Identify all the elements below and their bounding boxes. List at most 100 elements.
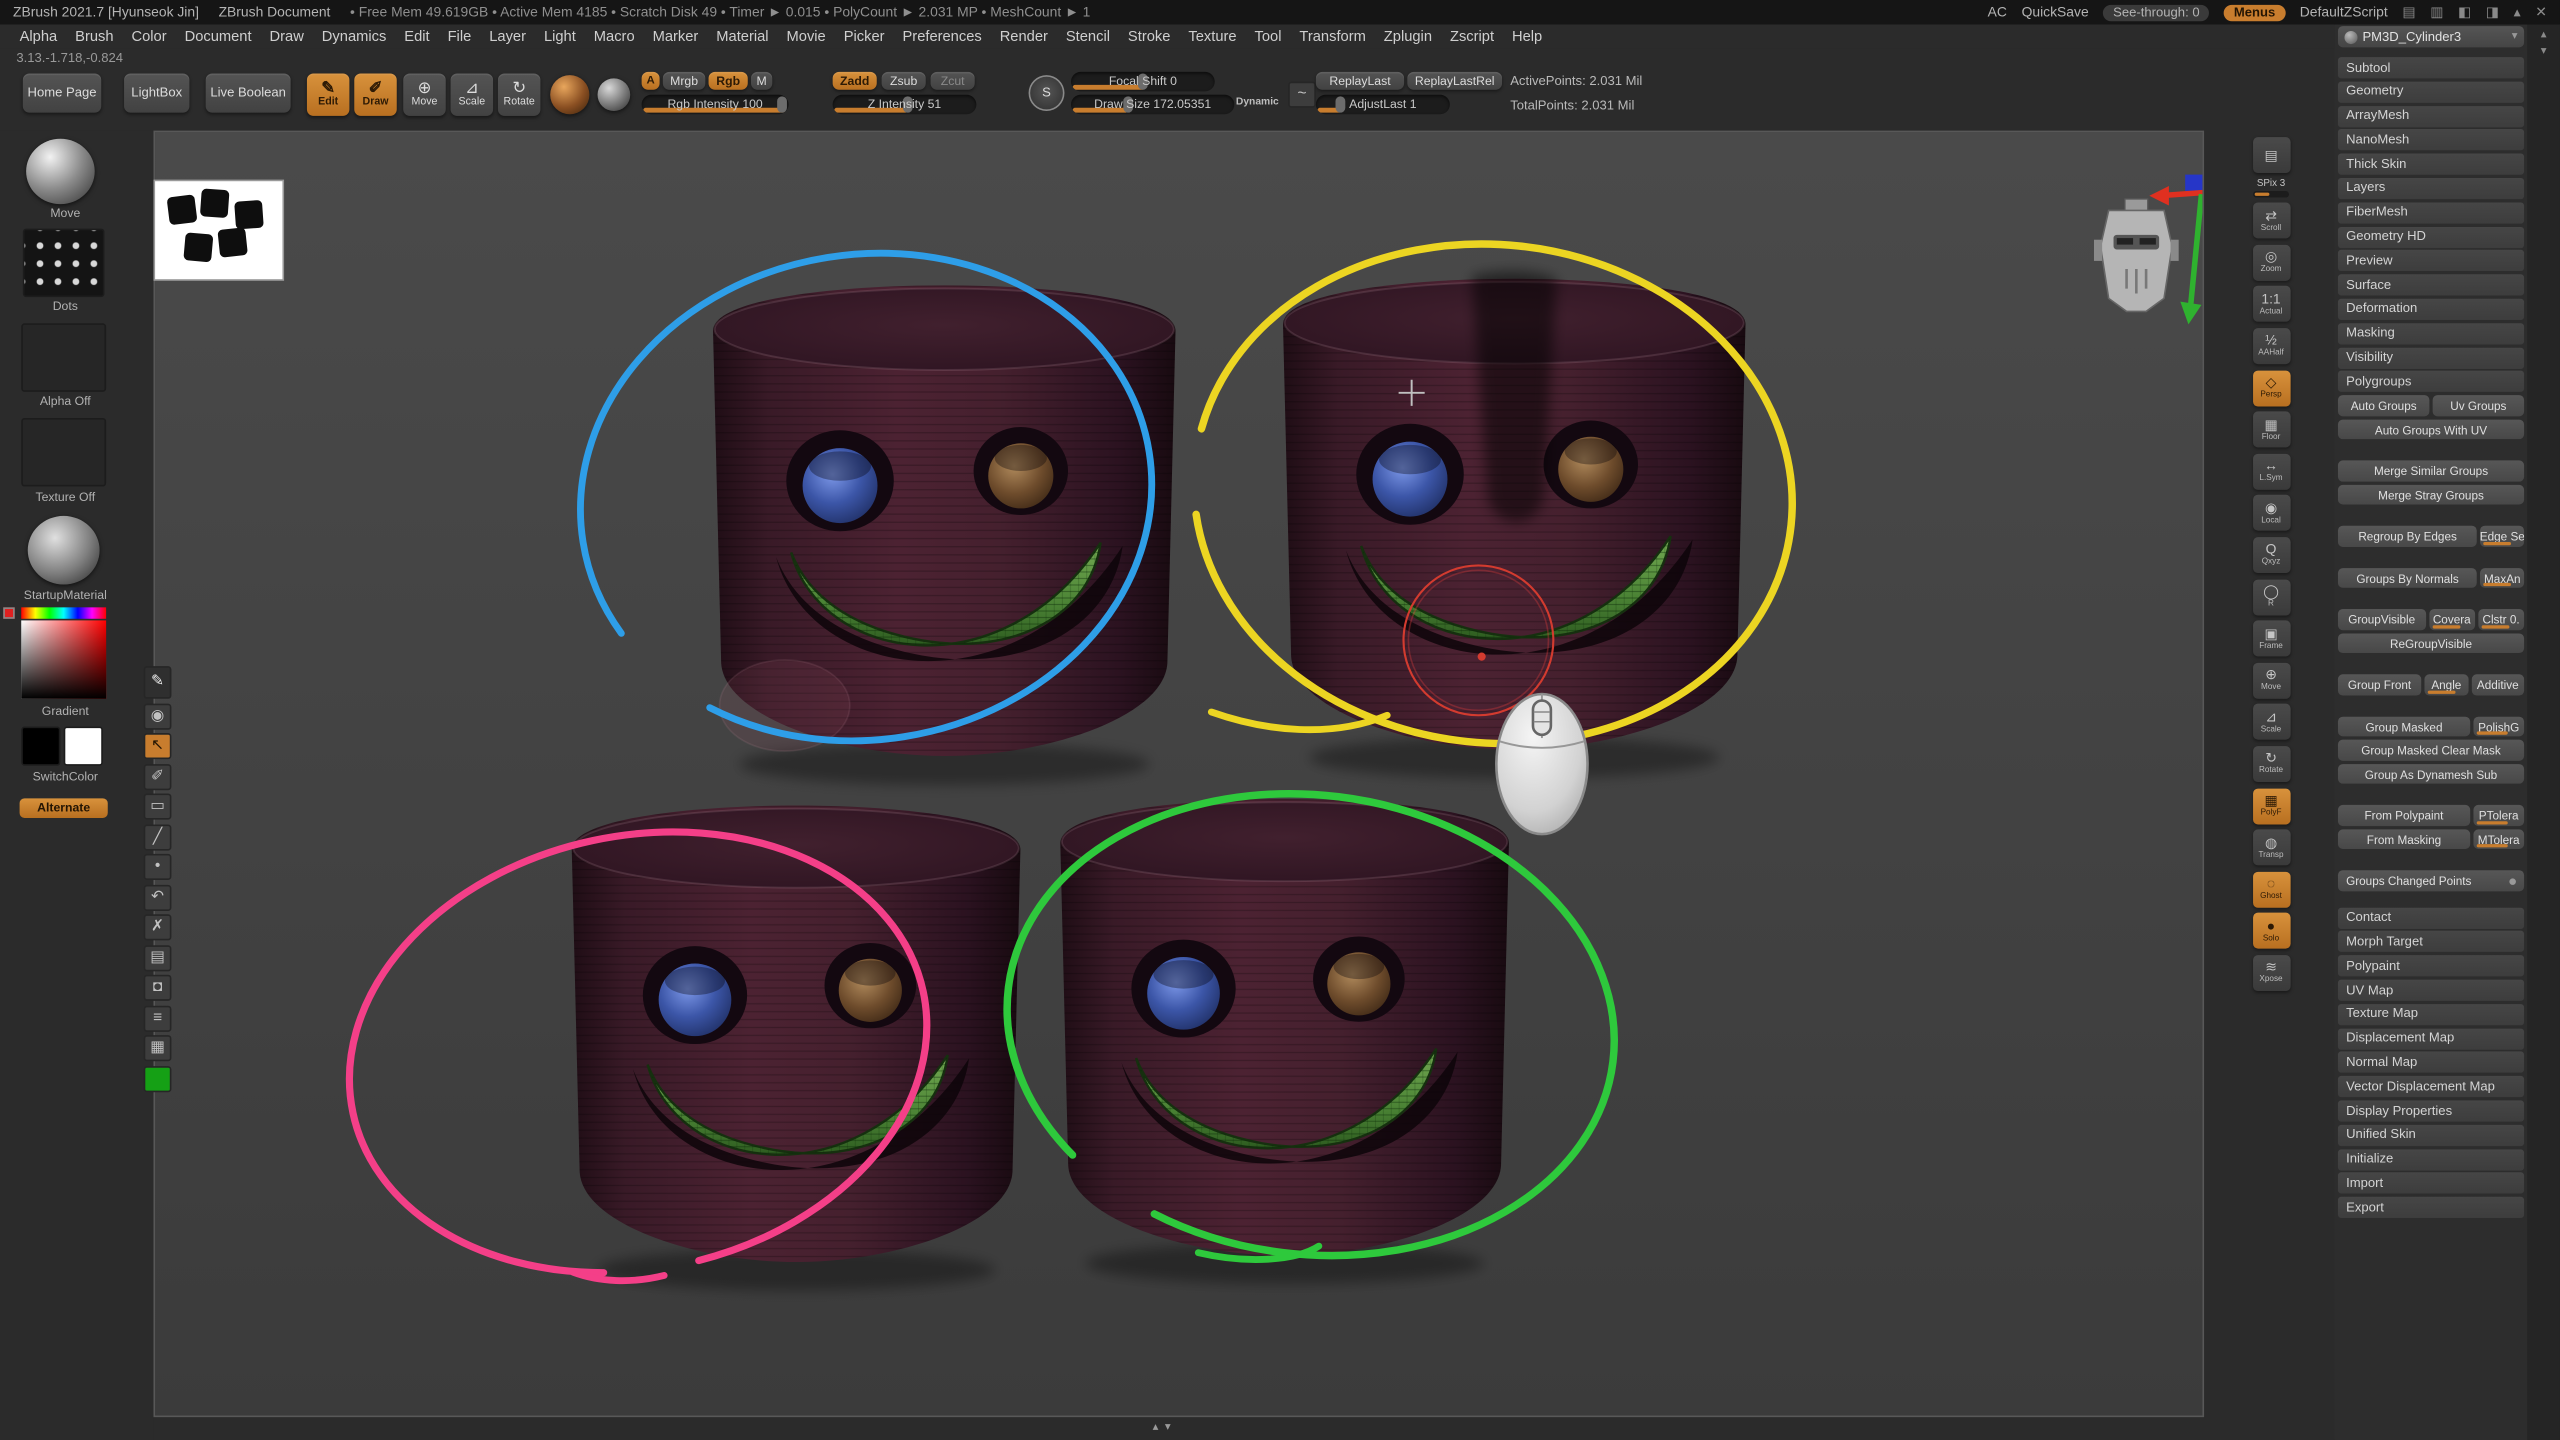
- switch-color-swatch[interactable]: [64, 727, 103, 766]
- palette-visibility[interactable]: Visibility: [2338, 347, 2524, 368]
- edit-button[interactable]: ✎ Edit: [307, 73, 349, 115]
- alpha-off-thumbnail[interactable]: [21, 323, 106, 392]
- note-icon[interactable]: ≡: [144, 1005, 172, 1031]
- coverage-slider[interactable]: Covera: [2429, 610, 2475, 630]
- menu-draw[interactable]: Draw: [270, 29, 304, 44]
- pen-tool-icon[interactable]: ✐: [144, 763, 172, 789]
- uv-groups-button[interactable]: Uv Groups: [2433, 396, 2524, 416]
- rect-tool-icon[interactable]: ▭: [144, 793, 172, 819]
- menu-render[interactable]: Render: [1000, 29, 1048, 44]
- current-texture-sphere[interactable]: [598, 78, 631, 111]
- stroke-thumbnail[interactable]: [26, 139, 95, 204]
- palette-nanomesh[interactable]: NanoMesh: [2338, 130, 2524, 151]
- menu-preferences[interactable]: Preferences: [902, 29, 981, 44]
- zoom-button[interactable]: ◎Zoom: [2252, 245, 2290, 281]
- actual-button[interactable]: 1:1Actual: [2252, 286, 2290, 322]
- edge-smoothness-slider[interactable]: Edge Se: [2481, 526, 2525, 546]
- menu-stroke[interactable]: Stroke: [1128, 29, 1170, 44]
- menu-material[interactable]: Material: [716, 29, 768, 44]
- replay-last-rel-button[interactable]: ReplayLastRel: [1407, 72, 1502, 90]
- qxyz-button[interactable]: QQxyz: [2252, 537, 2290, 573]
- additive-toggle[interactable]: Additive: [2472, 675, 2525, 695]
- menu-brush[interactable]: Brush: [75, 29, 113, 44]
- palette-uv-map[interactable]: UV Map: [2338, 980, 2524, 1001]
- palette-layers[interactable]: Layers: [2338, 178, 2524, 199]
- palette-masking[interactable]: Masking: [2338, 323, 2524, 344]
- aahalf-button[interactable]: ½AAHalf: [2252, 328, 2290, 364]
- rgb-intensity-slider[interactable]: Rgb Intensity 100: [642, 95, 789, 115]
- group-front-button[interactable]: Group Front: [2338, 675, 2421, 695]
- menu-marker[interactable]: Marker: [653, 29, 699, 44]
- menus-button[interactable]: Menus: [2224, 4, 2285, 20]
- menu-help[interactable]: Help: [1512, 29, 1542, 44]
- palette-polypaint[interactable]: Polypaint: [2338, 956, 2524, 977]
- sculpt-canvas[interactable]: [153, 131, 2204, 1418]
- scroll-down-icon[interactable]: ▾: [1165, 1422, 1171, 1433]
- transp-button[interactable]: ◍Transp: [2252, 830, 2290, 866]
- zadd-button[interactable]: Zadd: [833, 72, 877, 90]
- groups-changed-points-button[interactable]: Groups Changed Points: [2338, 871, 2524, 891]
- polypaint-tolerance-slider[interactable]: PTolera: [2473, 805, 2524, 825]
- menu-zplugin[interactable]: Zplugin: [1384, 29, 1432, 44]
- regroup-by-edges-button[interactable]: Regroup By Edges: [2338, 526, 2477, 546]
- polish-groups-slider[interactable]: PolishG: [2473, 717, 2524, 737]
- saturation-value-picker[interactable]: [21, 620, 106, 698]
- solo-button[interactable]: ●Solo: [2252, 913, 2290, 949]
- regroup-visible-button[interactable]: ReGroupVisible: [2338, 633, 2524, 653]
- canvas-scroll-arrows[interactable]: ▴ ▾: [1153, 1422, 1171, 1433]
- palette-texture-map[interactable]: Texture Map: [2338, 1004, 2524, 1025]
- menu-macro[interactable]: Macro: [594, 29, 635, 44]
- palette-geometry[interactable]: Geometry: [2338, 81, 2524, 102]
- xpose-button[interactable]: ≋Xpose: [2252, 955, 2290, 991]
- dot-tool-icon[interactable]: •: [144, 854, 172, 880]
- window-icon-2[interactable]: ▥: [2430, 5, 2443, 19]
- menu-edit[interactable]: Edit: [404, 29, 429, 44]
- lsym-button[interactable]: ↔L.Sym: [2252, 453, 2290, 489]
- merge-similar-groups-button[interactable]: Merge Similar Groups: [2338, 461, 2524, 481]
- menu-stencil[interactable]: Stencil: [1066, 29, 1110, 44]
- group-visible-button[interactable]: GroupVisible: [2338, 610, 2425, 630]
- group-masked-button[interactable]: Group Masked: [2338, 717, 2470, 737]
- menu-light[interactable]: Light: [544, 29, 576, 44]
- ac-button[interactable]: AC: [1988, 5, 2007, 19]
- from-polypaint-button[interactable]: From Polypaint: [2338, 805, 2470, 825]
- alpha-dots-thumbnail[interactable]: [23, 229, 105, 298]
- camera-icon[interactable]: ◘: [144, 975, 172, 1001]
- masking-tolerance-slider[interactable]: MTolera: [2473, 829, 2524, 849]
- m-button[interactable]: M: [751, 72, 772, 90]
- auto-groups-button[interactable]: Auto Groups: [2338, 396, 2429, 416]
- menu-movie[interactable]: Movie: [787, 29, 826, 44]
- undo-icon[interactable]: ↶: [144, 884, 172, 910]
- collapse-icon[interactable]: ▴: [2514, 5, 2521, 19]
- polyframe-button[interactable]: ▦PolyF: [2252, 788, 2290, 824]
- texture-off-thumbnail[interactable]: [21, 418, 106, 487]
- active-tool-dropdown[interactable]: PM3D_Cylinder3 ▾: [2338, 26, 2524, 47]
- ghost-button[interactable]: ◌Ghost: [2252, 871, 2290, 907]
- current-color-swatch[interactable]: [3, 607, 14, 618]
- palette-normal-map[interactable]: Normal Map: [2338, 1052, 2524, 1073]
- window-icon-4[interactable]: ◨: [2486, 5, 2499, 19]
- persp-button[interactable]: ◇Persp: [2252, 370, 2290, 406]
- panel-scroll-down-icon[interactable]: ▾: [2541, 46, 2547, 57]
- lightbox-button[interactable]: LightBox: [124, 73, 189, 112]
- window-icon-3[interactable]: ◧: [2458, 5, 2471, 19]
- scale-button[interactable]: ⊿ Scale: [451, 73, 493, 115]
- cluster-slider[interactable]: Clstr 0.: [2478, 610, 2524, 630]
- cylinder-model-bottom-right[interactable]: [1060, 799, 1509, 1284]
- frame-button[interactable]: ▣Frame: [2252, 621, 2290, 657]
- scroll-button[interactable]: ⇄Scroll: [2252, 203, 2290, 239]
- rotate-button[interactable]: ↻ Rotate: [498, 73, 540, 115]
- window-icon-1[interactable]: ▤: [2402, 5, 2415, 19]
- zbrush-head-widget[interactable]: [2094, 199, 2179, 311]
- menu-layer[interactable]: Layer: [489, 29, 526, 44]
- auto-groups-with-uv-button[interactable]: Auto Groups With UV: [2338, 419, 2524, 439]
- select-cursor-icon[interactable]: ↖: [144, 733, 172, 759]
- scroll-up-icon[interactable]: ▴: [1153, 1422, 1159, 1433]
- focal-shift-slider[interactable]: Focal Shift 0: [1071, 72, 1215, 92]
- menu-file[interactable]: File: [448, 29, 472, 44]
- mrgb-button[interactable]: Mrgb: [663, 72, 705, 90]
- palette-arraymesh[interactable]: ArrayMesh: [2338, 105, 2524, 126]
- knife-tool-icon[interactable]: ╱: [144, 824, 172, 850]
- max-angle-slider[interactable]: MaxAn: [2481, 568, 2525, 588]
- menu-tool[interactable]: Tool: [1255, 29, 1282, 44]
